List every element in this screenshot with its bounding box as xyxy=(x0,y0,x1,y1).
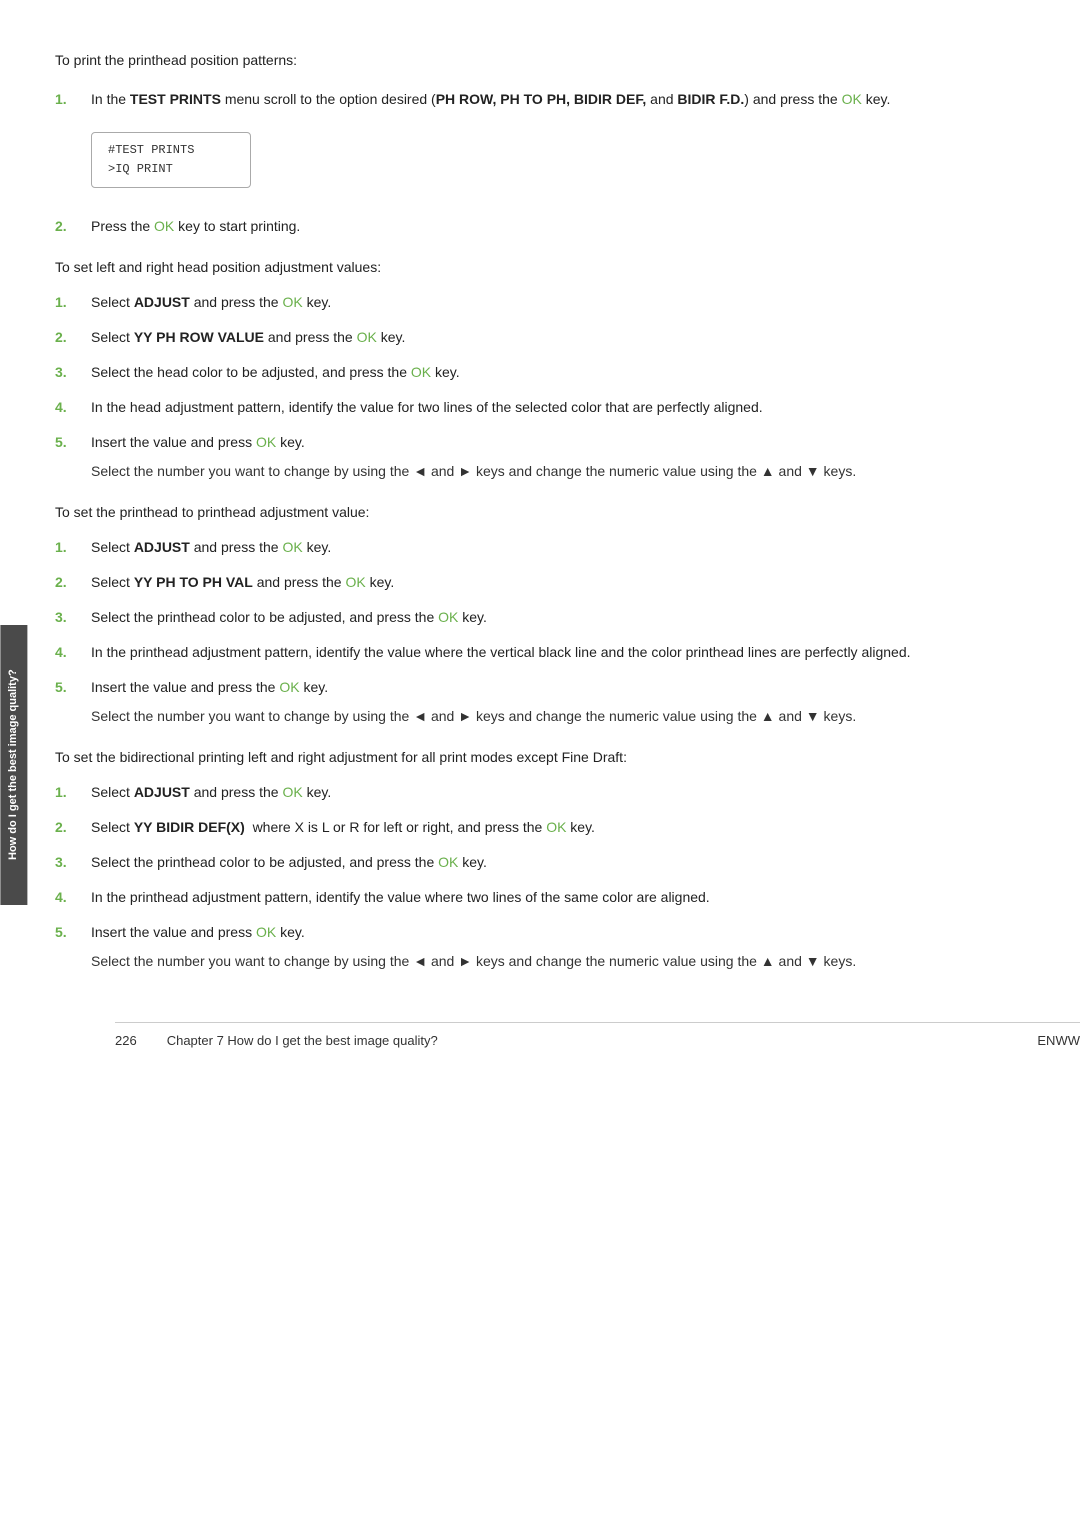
ph-step-2: 2. Select YY PH TO PH VAL and press the … xyxy=(55,572,1020,593)
ph-step-content-5: Insert the value and press the OK key. S… xyxy=(91,677,1020,727)
lr-step-num-5: 5. xyxy=(55,432,91,482)
lcd-display-container: #TEST PRINTS >IQ PRINT xyxy=(91,122,1020,198)
ok-key-2: OK xyxy=(154,218,174,234)
yy-ph-to-ph-label: YY PH TO PH VAL xyxy=(134,574,253,590)
ok-key-bd1: OK xyxy=(282,784,302,800)
test-prints-steps: 1. In the TEST PRINTS menu scroll to the… xyxy=(55,89,1020,237)
set-printhead-steps: 1. Select ADJUST and press the OK key. 2… xyxy=(55,537,1020,727)
footer-left: 226 Chapter 7 How do I get the best imag… xyxy=(115,1033,438,1048)
ok-key-lr2: OK xyxy=(357,329,377,345)
footer-chapter-text: Chapter 7 How do I get the best image qu… xyxy=(167,1033,438,1048)
ok-key-bd3: OK xyxy=(438,854,458,870)
menu-options-label: PH ROW, PH TO PH, BIDIR DEF, xyxy=(436,91,647,107)
bd-step-1: 1. Select ADJUST and press the OK key. xyxy=(55,782,1020,803)
ph-step-content-4: In the printhead adjustment pattern, ide… xyxy=(91,642,1020,663)
ph-step-content-2: Select YY PH TO PH VAL and press the OK … xyxy=(91,572,1020,593)
step1-text: In the TEST PRINTS menu scroll to the op… xyxy=(91,91,890,107)
ok-key-bd5: OK xyxy=(256,924,276,940)
ok-key-ph2: OK xyxy=(345,574,365,590)
set-printhead-intro: To set the printhead to printhead adjust… xyxy=(55,502,1020,523)
bd-step-content-4: In the printhead adjustment pattern, ide… xyxy=(91,887,1020,908)
ok-key-bd2: OK xyxy=(546,819,566,835)
lr-step-content-4: In the head adjustment pattern, identify… xyxy=(91,397,1020,418)
ph-step-num-4: 4. xyxy=(55,642,91,663)
bd-step-5: 5. Insert the value and press OK key. Se… xyxy=(55,922,1020,972)
step-num-2: 2. xyxy=(55,216,91,237)
lr-step-content-2: Select YY PH ROW VALUE and press the OK … xyxy=(91,327,1020,348)
bidir-fd-label: BIDIR F.D. xyxy=(677,91,744,107)
lr-step-3: 3. Select the head color to be adjusted,… xyxy=(55,362,1020,383)
lr-step-1: 1. Select ADJUST and press the OK key. xyxy=(55,292,1020,313)
ph-step-3: 3. Select the printhead color to be adju… xyxy=(55,607,1020,628)
step-num-1: 1. xyxy=(55,89,91,202)
bd-step-3: 3. Select the printhead color to be adju… xyxy=(55,852,1020,873)
bd-step-content-2: Select YY BIDIR DEF(X) where X is L or R… xyxy=(91,817,1020,838)
lr-step-4: 4. In the head adjustment pattern, ident… xyxy=(55,397,1020,418)
lr-step-content-1: Select ADJUST and press the OK key. xyxy=(91,292,1020,313)
ok-key-ph1: OK xyxy=(282,539,302,555)
ok-key-1: OK xyxy=(842,91,862,107)
ph-step-num-3: 3. xyxy=(55,607,91,628)
ok-key-lr1: OK xyxy=(282,294,302,310)
side-label: How do I get the best image quality? xyxy=(0,625,27,905)
yy-ph-row-label: YY PH ROW VALUE xyxy=(134,329,264,345)
lr-step-content-3: Select the head color to be adjusted, an… xyxy=(91,362,1020,383)
lr-step-2: 2. Select YY PH ROW VALUE and press the … xyxy=(55,327,1020,348)
bd-step-content-1: Select ADJUST and press the OK key. xyxy=(91,782,1020,803)
footer-right-text: ENWW xyxy=(1037,1033,1080,1048)
ph-step-num-5: 5. xyxy=(55,677,91,727)
ph-step-content-1: Select ADJUST and press the OK key. xyxy=(91,537,1020,558)
bd-step-content-3: Select the printhead color to be adjuste… xyxy=(91,852,1020,873)
ph-step-num-2: 2. xyxy=(55,572,91,593)
step-item-2: 2. Press the OK key to start printing. xyxy=(55,216,1020,237)
bd-step-num-3: 3. xyxy=(55,852,91,873)
ph-step-5: 5. Insert the value and press the OK key… xyxy=(55,677,1020,727)
lr-step-num-3: 3. xyxy=(55,362,91,383)
lcd-line-1: #TEST PRINTS xyxy=(108,141,234,160)
set-left-right-steps: 1. Select ADJUST and press the OK key. 2… xyxy=(55,292,1020,482)
step-content-2: Press the OK key to start printing. xyxy=(91,216,1020,237)
ph-step-4: 4. In the printhead adjustment pattern, … xyxy=(55,642,1020,663)
yy-bidir-def-label: YY BIDIR DEF(X) xyxy=(134,819,245,835)
ph-step-content-3: Select the printhead color to be adjuste… xyxy=(91,607,1020,628)
footer-page-number: 226 xyxy=(115,1033,137,1048)
step-content-1: In the TEST PRINTS menu scroll to the op… xyxy=(91,89,1020,202)
side-tab-container: How do I get the best image quality? xyxy=(0,0,30,1529)
lr-step-num-4: 4. xyxy=(55,397,91,418)
bd-step-4: 4. In the printhead adjustment pattern, … xyxy=(55,887,1020,908)
step-item-1: 1. In the TEST PRINTS menu scroll to the… xyxy=(55,89,1020,202)
set-bidir-intro: To set the bidirectional printing left a… xyxy=(55,747,1020,768)
bd-step-2: 2. Select YY BIDIR DEF(X) where X is L o… xyxy=(55,817,1020,838)
ph-step-num-1: 1. xyxy=(55,537,91,558)
adjust-label-1: ADJUST xyxy=(134,294,190,310)
ok-key-ph5: OK xyxy=(279,679,299,695)
bd-step-content-5: Insert the value and press OK key. Selec… xyxy=(91,922,1020,972)
test-prints-label: TEST PRINTS xyxy=(130,91,221,107)
ph-sub-note-5: Select the number you want to change by … xyxy=(91,706,1020,727)
set-bidir-steps: 1. Select ADJUST and press the OK key. 2… xyxy=(55,782,1020,972)
bd-step-num-5: 5. xyxy=(55,922,91,972)
page-footer: 226 Chapter 7 How do I get the best imag… xyxy=(115,1022,1080,1048)
ok-key-ph3: OK xyxy=(438,609,458,625)
set-left-right-intro: To set left and right head position adju… xyxy=(55,257,1020,278)
bd-step-num-2: 2. xyxy=(55,817,91,838)
adjust-label-ph1: ADJUST xyxy=(134,539,190,555)
bd-step-num-1: 1. xyxy=(55,782,91,803)
bd-step-num-4: 4. xyxy=(55,887,91,908)
lr-sub-note-5: Select the number you want to change by … xyxy=(91,461,1020,482)
intro-text: To print the printhead position patterns… xyxy=(55,50,1020,71)
lr-step-num-2: 2. xyxy=(55,327,91,348)
ok-key-lr3: OK xyxy=(411,364,431,380)
lcd-line-2: >IQ PRINT xyxy=(108,160,234,179)
ok-key-lr5: OK xyxy=(256,434,276,450)
lr-step-num-1: 1. xyxy=(55,292,91,313)
lr-step-5: 5. Insert the value and press OK key. Se… xyxy=(55,432,1020,482)
lr-step-content-5: Insert the value and press OK key. Selec… xyxy=(91,432,1020,482)
bd-sub-note-5: Select the number you want to change by … xyxy=(91,951,1020,972)
ph-step-1: 1. Select ADJUST and press the OK key. xyxy=(55,537,1020,558)
lcd-display: #TEST PRINTS >IQ PRINT xyxy=(91,132,251,188)
adjust-label-bd1: ADJUST xyxy=(134,784,190,800)
